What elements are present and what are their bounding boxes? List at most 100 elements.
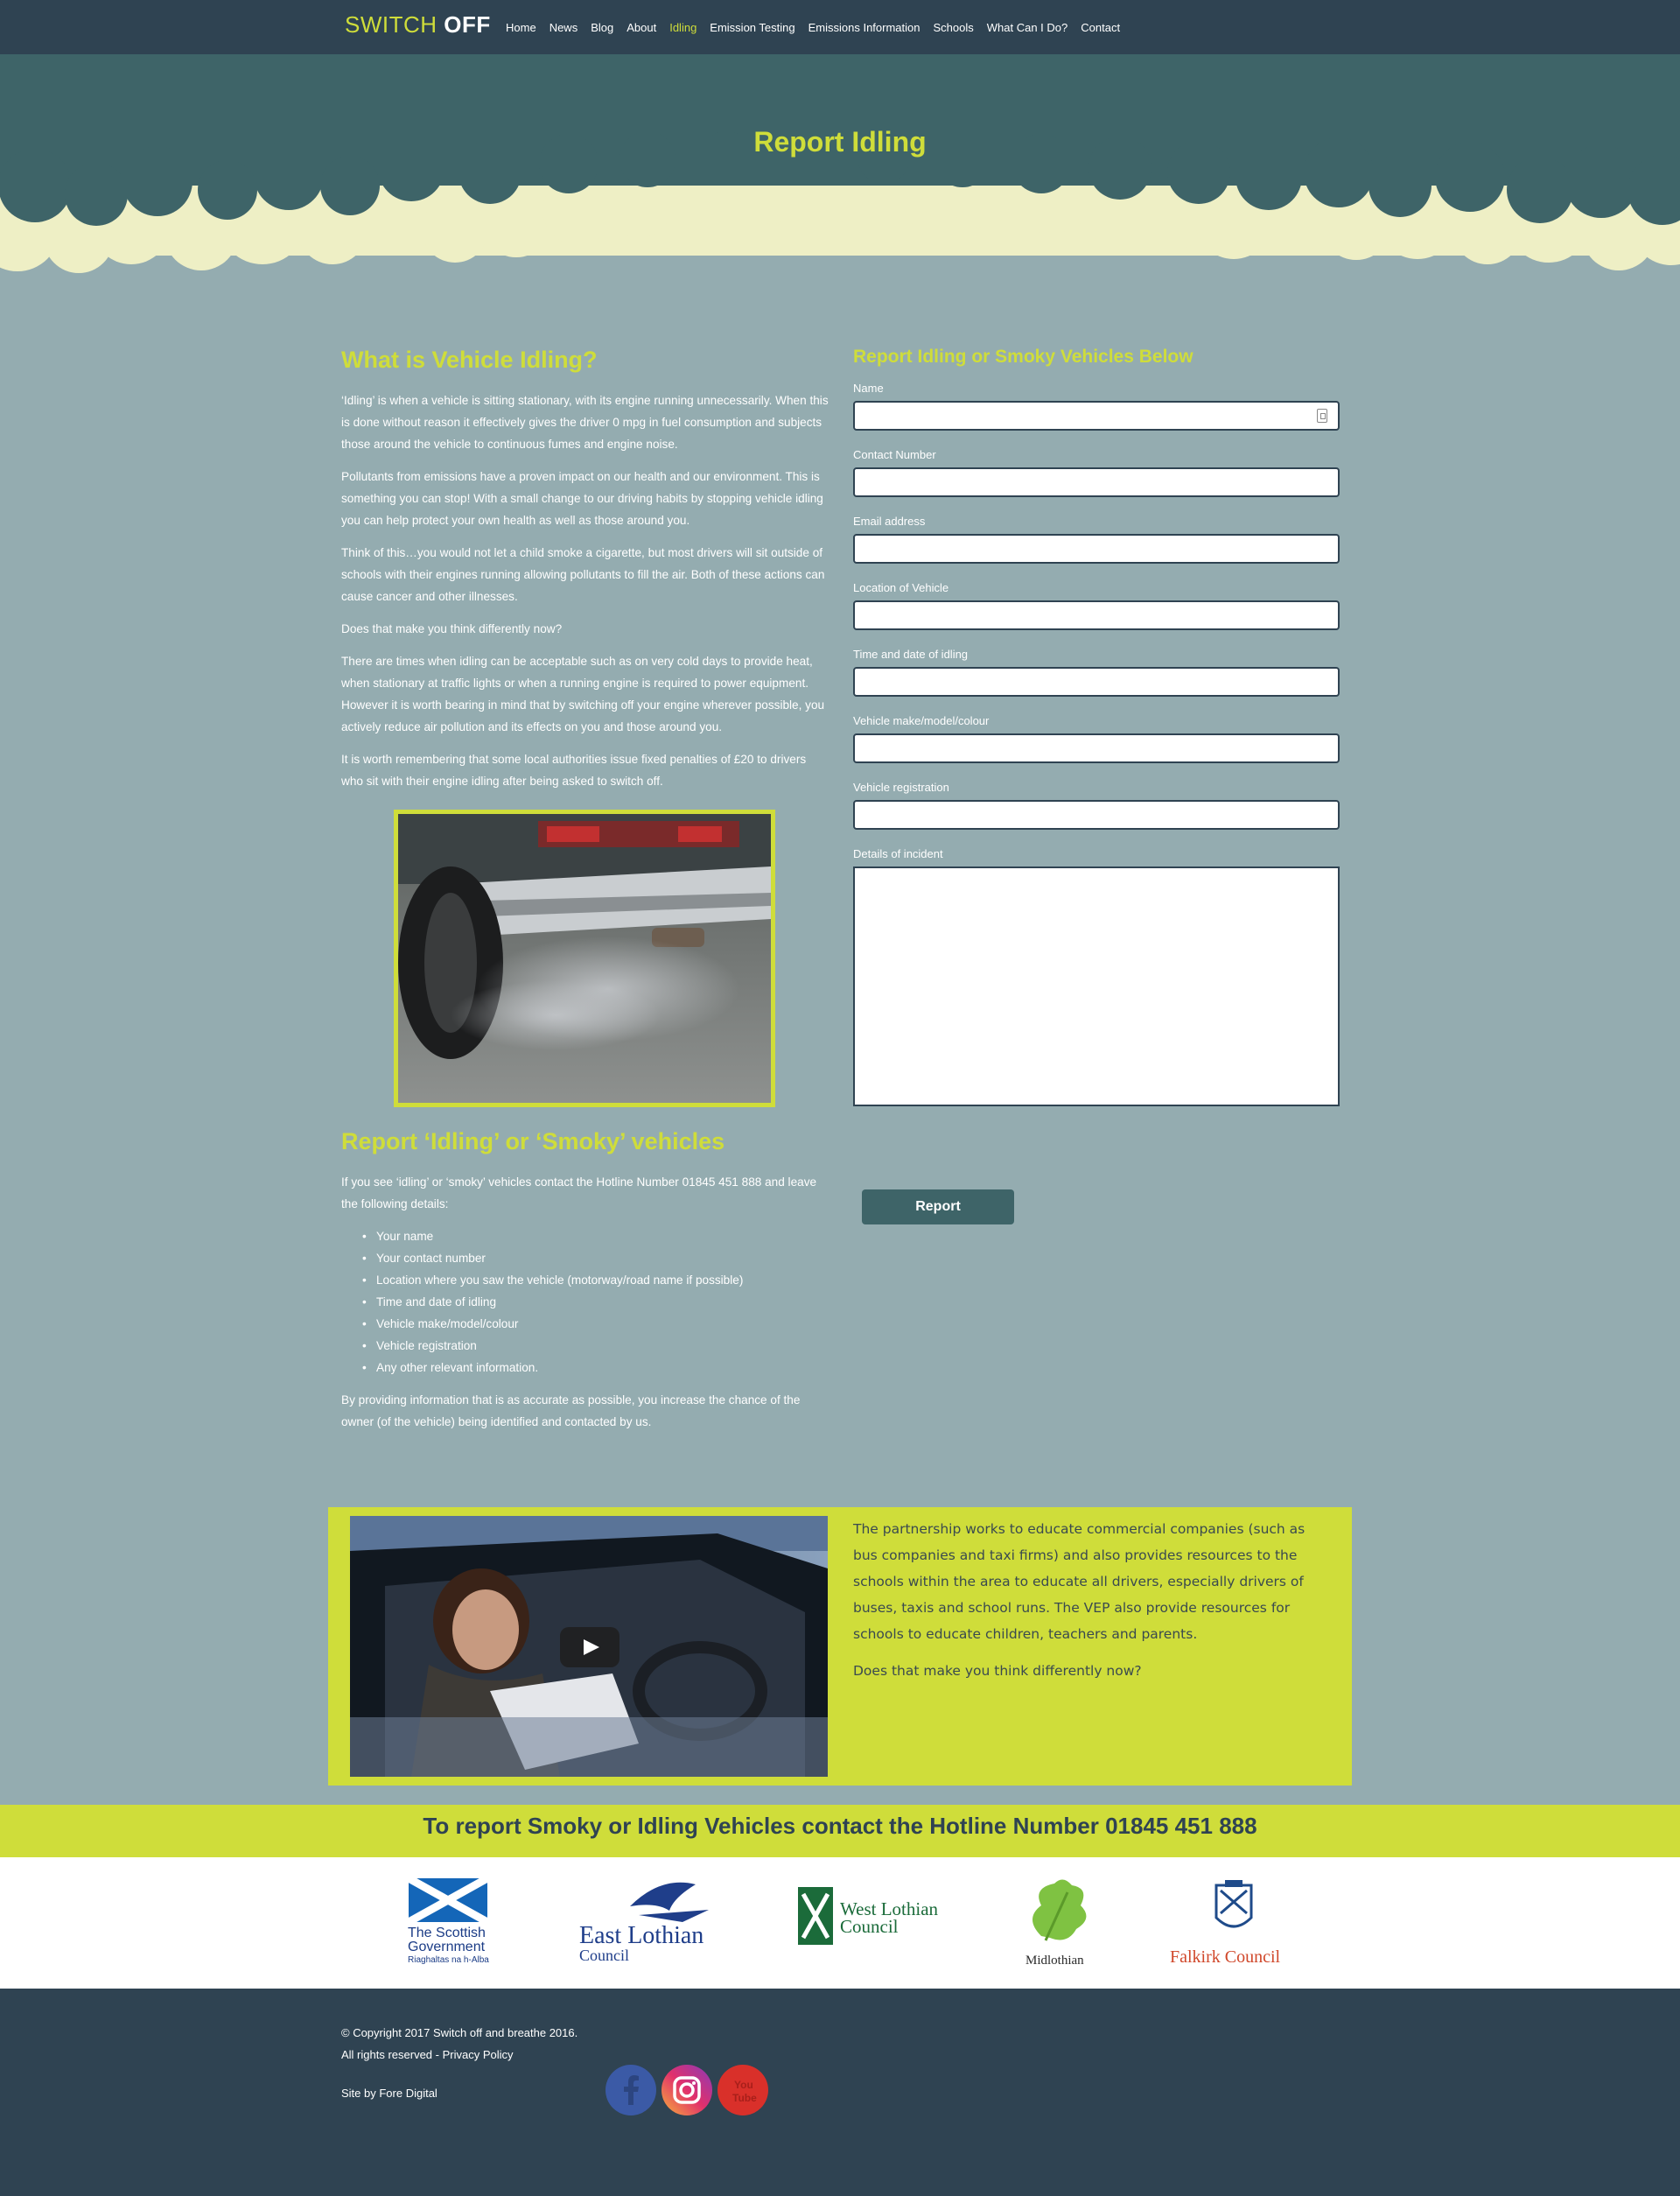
nav-idling[interactable]: Idling bbox=[669, 21, 696, 34]
list-item: Location where you saw the vehicle (moto… bbox=[362, 1269, 830, 1291]
play-icon[interactable] bbox=[560, 1627, 620, 1667]
west-lothian-council-logo[interactable]: West Lothian Council bbox=[796, 1885, 945, 1955]
eagle-icon: East Lothian Council bbox=[579, 1882, 709, 1964]
midlothian-council-logo[interactable]: Midlothian bbox=[1015, 1875, 1094, 1971]
list-item: Vehicle registration bbox=[362, 1335, 830, 1357]
info-paragraph: Think of this…you would not let a child … bbox=[341, 546, 825, 603]
instagram-icon[interactable] bbox=[662, 2065, 712, 2115]
falkirk-council-logo[interactable]: Falkirk Council bbox=[1168, 1878, 1299, 1968]
oak-leaf-icon: Midlothian bbox=[1026, 1879, 1087, 1968]
svg-text:Midlothian: Midlothian bbox=[1026, 1954, 1084, 1968]
list-item: Your name bbox=[362, 1225, 830, 1247]
hotline-banner: To report Smoky or Idling Vehicles conta… bbox=[0, 1805, 1680, 1857]
report-button[interactable]: Report bbox=[862, 1189, 1014, 1224]
vehicle-registration-label: Vehicle registration bbox=[853, 781, 949, 794]
partnership-question: Does that make you think differently now… bbox=[853, 1663, 1142, 1679]
email-input[interactable] bbox=[853, 534, 1340, 564]
instagram-glyph bbox=[673, 2076, 701, 2104]
partnership-text: The partnership works to educate commerc… bbox=[853, 1516, 1326, 1694]
time-date-label: Time and date of idling bbox=[853, 648, 969, 661]
hero-banner: Report Idling bbox=[0, 54, 1680, 292]
nav-blog[interactable]: Blog bbox=[591, 21, 613, 34]
vehicle-make-label: Vehicle make/model/colour bbox=[853, 714, 990, 727]
partnership-paragraph: The partnership works to educate commerc… bbox=[853, 1521, 1306, 1642]
autofill-key-icon[interactable] bbox=[1317, 409, 1327, 423]
cloud-background bbox=[0, 54, 1680, 292]
exhaust-illustration bbox=[398, 814, 771, 1103]
report-form: Report Idling or Smoky Vehicles Below Na… bbox=[853, 347, 1340, 1224]
email-label: Email address bbox=[853, 515, 926, 528]
nav-emissions-information[interactable]: Emissions Information bbox=[808, 21, 920, 34]
svg-text:Government: Government bbox=[408, 1940, 486, 1954]
make-field-group: Vehicle make/model/colour bbox=[853, 714, 1340, 763]
site-footer: © Copyright 2017 Switch off and breathe … bbox=[0, 1989, 1680, 2196]
svg-text:Council: Council bbox=[579, 1947, 629, 1964]
exhaust-photo bbox=[394, 810, 775, 1107]
logo-off-text: OFF bbox=[444, 11, 491, 38]
youtube-icon[interactable]: You Tube bbox=[718, 2065, 768, 2115]
details-field-group: Details of incident bbox=[853, 847, 1340, 1110]
report-details-list: Your name Your contact number Location w… bbox=[362, 1225, 830, 1379]
top-nav-bar: SWITCH OFF Home News Blog About Idling E… bbox=[0, 0, 1680, 54]
info-paragraph: Does that make you think differently now… bbox=[341, 622, 563, 635]
list-item: Your contact number bbox=[362, 1247, 830, 1269]
vehicle-make-input[interactable] bbox=[853, 733, 1340, 763]
svg-text:Council: Council bbox=[840, 1916, 899, 1937]
contact-number-input[interactable] bbox=[853, 467, 1340, 497]
info-paragraph: There are times when idling can be accep… bbox=[341, 655, 825, 733]
site-by-link[interactable]: Site by Fore Digital bbox=[341, 2087, 438, 2100]
main-navigation: Home News Blog About Idling Emission Tes… bbox=[506, 0, 1133, 54]
name-input[interactable] bbox=[853, 401, 1340, 431]
nav-contact[interactable]: Contact bbox=[1081, 21, 1120, 34]
contact-field-group: Contact Number bbox=[853, 448, 1340, 497]
time-field-group: Time and date of idling bbox=[853, 648, 1340, 697]
report-vehicles-heading: Report ‘Idling’ or ‘Smoky’ vehicles bbox=[341, 1128, 725, 1154]
incident-details-textarea[interactable] bbox=[853, 866, 1340, 1106]
name-label: Name bbox=[853, 382, 884, 395]
vehicle-registration-input[interactable] bbox=[853, 800, 1340, 830]
list-item: Time and date of idling bbox=[362, 1291, 830, 1313]
youtube-glyph: You Tube bbox=[732, 2079, 757, 2104]
east-lothian-council-logo[interactable]: East Lothian Council bbox=[578, 1880, 735, 1964]
svg-text:East Lothian: East Lothian bbox=[579, 1922, 704, 1949]
saltire-icon: The Scottish Government Riaghaltas na h-… bbox=[406, 1875, 489, 1965]
idling-info-column: What is Vehicle Idling? ‘Idling’ is when… bbox=[341, 347, 830, 1443]
closing-paragraph: By providing information that is as accu… bbox=[341, 1393, 801, 1428]
info-paragraph: Pollutants from emissions have a proven … bbox=[341, 470, 823, 527]
nav-schools[interactable]: Schools bbox=[934, 21, 974, 34]
nav-about[interactable]: About bbox=[626, 21, 656, 34]
contact-number-label: Contact Number bbox=[853, 448, 936, 461]
info-paragraph: ‘Idling’ is when a vehicle is sitting st… bbox=[341, 394, 829, 451]
falkirk-crest-icon: Falkirk Council bbox=[1170, 1880, 1281, 1967]
logo-switch-text: SWITCH bbox=[345, 11, 438, 38]
time-date-input[interactable] bbox=[853, 667, 1340, 697]
facebook-glyph bbox=[624, 2075, 639, 2105]
site-logo[interactable]: SWITCH OFF bbox=[345, 11, 491, 39]
registration-field-group: Vehicle registration bbox=[853, 781, 1340, 830]
incident-details-label: Details of incident bbox=[853, 847, 943, 860]
location-field-group: Location of Vehicle bbox=[853, 581, 1340, 630]
svg-text:Falkirk Council: Falkirk Council bbox=[1170, 1947, 1281, 1967]
svg-text:You: You bbox=[734, 2079, 753, 2091]
nav-what-can-i-do[interactable]: What Can I Do? bbox=[987, 21, 1068, 34]
copyright-text: © Copyright 2017 Switch off and breathe … bbox=[341, 2026, 578, 2061]
email-field-group: Email address bbox=[853, 515, 1340, 564]
svg-text:The Scottish: The Scottish bbox=[408, 1926, 486, 1940]
facebook-icon[interactable] bbox=[606, 2065, 656, 2115]
list-item: Vehicle make/model/colour bbox=[362, 1313, 830, 1335]
nav-home[interactable]: Home bbox=[506, 21, 536, 34]
svg-text:Tube: Tube bbox=[732, 2092, 757, 2104]
video-player[interactable] bbox=[350, 1516, 828, 1777]
location-input[interactable] bbox=[853, 600, 1340, 630]
partner-logos: The Scottish Government Riaghaltas na h-… bbox=[0, 1857, 1680, 1989]
info-paragraph: It is worth remembering that some local … bbox=[341, 753, 807, 788]
nav-emission-testing[interactable]: Emission Testing bbox=[710, 21, 794, 34]
location-label: Location of Vehicle bbox=[853, 581, 949, 594]
report-intro-text: If you see ‘idling’ or ‘smoky’ vehicles … bbox=[341, 1175, 817, 1210]
nav-news[interactable]: News bbox=[550, 21, 578, 34]
what-is-idling-heading: What is Vehicle Idling? bbox=[341, 347, 598, 373]
page-title: Report Idling bbox=[753, 126, 927, 158]
list-item: Any other relevant information. bbox=[362, 1357, 830, 1379]
svg-text:Riaghaltas na h-Alba: Riaghaltas na h-Alba bbox=[408, 1955, 489, 1965]
scottish-government-logo[interactable]: The Scottish Government Riaghaltas na h-… bbox=[406, 1875, 489, 1966]
